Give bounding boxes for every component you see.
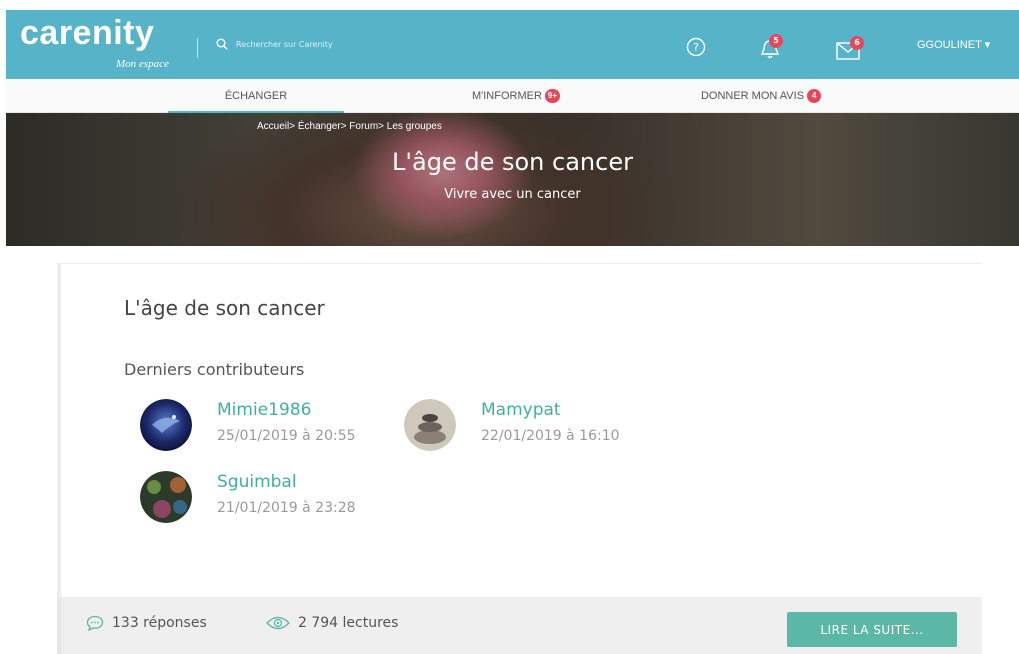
tab-minformer[interactable]: M'INFORMER 9+ <box>436 79 596 113</box>
avatar[interactable] <box>140 399 192 451</box>
tab-count-badge: 4 <box>807 89 822 103</box>
read-more-button[interactable]: LIRE LA SUITE... <box>787 612 957 647</box>
reads-count: 2 794 lectures <box>298 615 399 631</box>
notifications-badge: 5 <box>769 34 783 48</box>
svg-text:?: ? <box>693 41 699 54</box>
logo-subtitle: Mon espace <box>116 58 169 70</box>
notifications-button[interactable]: 5 <box>758 34 788 62</box>
contributor-name[interactable]: Sguimbal <box>217 472 297 492</box>
breadcrumb[interactable]: Accueil> Échanger> Forum> Les groupes <box>257 121 442 132</box>
hero-overlay <box>6 113 1019 246</box>
tab-count-badge: 9+ <box>544 89 561 103</box>
contributors-heading: Derniers contributeurs <box>124 360 305 379</box>
contributor-date: 22/01/2019 à 16:10 <box>481 428 620 444</box>
card-footer: 133 réponses 2 794 lectures LIRE LA SUIT… <box>57 597 982 654</box>
hero-subtitle: Vivre avec un cancer <box>444 187 581 202</box>
avatar[interactable] <box>404 399 456 451</box>
contributor-date: 21/01/2019 à 23:28 <box>217 500 356 516</box>
help-icon[interactable]: ? <box>686 37 706 57</box>
main-nav: ÉCHANGER M'INFORMER 9+ DONNER MON AVIS 4 <box>6 79 1019 114</box>
messages-badge: 6 <box>850 36 864 50</box>
replies-stat: 133 réponses <box>86 615 207 631</box>
avatar-image <box>140 399 192 451</box>
tab-label: DONNER MON AVIS <box>700 90 805 102</box>
tab-label: M'INFORMER <box>471 90 542 102</box>
card-title[interactable]: L'âge de son cancer <box>124 296 325 320</box>
header-divider <box>197 38 198 58</box>
user-menu[interactable]: GGOULINET ▾ <box>917 38 990 51</box>
reads-stat: 2 794 lectures <box>266 615 398 631</box>
logo-text: carenity <box>20 14 155 52</box>
carenity-logo[interactable]: carenity Mon espace <box>20 14 169 70</box>
tab-donner-mon-avis[interactable]: DONNER MON AVIS 4 <box>676 79 846 113</box>
contributor-date: 25/01/2019 à 20:55 <box>217 428 356 444</box>
hero-banner: Accueil> Échanger> Forum> Les groupes L'… <box>6 113 1019 246</box>
search-icon <box>216 38 228 50</box>
avatar[interactable] <box>140 471 192 523</box>
top-header: carenity Mon espace ? 5 6 GGOULINET ▾ <box>6 10 1019 79</box>
replies-count: 133 réponses <box>112 615 207 631</box>
search-box[interactable] <box>216 38 456 50</box>
contributor-name[interactable]: Mamypat <box>481 400 561 420</box>
avatar-image <box>140 471 192 523</box>
group-card: L'âge de son cancer Derniers contributeu… <box>57 263 982 654</box>
eye-icon <box>266 616 290 630</box>
search-input[interactable] <box>236 39 456 49</box>
messages-button[interactable]: 6 <box>836 36 870 62</box>
tab-echanger[interactable]: ÉCHANGER <box>168 79 344 113</box>
comment-icon <box>86 615 104 631</box>
avatar-image <box>404 399 456 451</box>
contributor-name[interactable]: Mimie1986 <box>217 400 311 420</box>
tab-label: ÉCHANGER <box>224 90 288 102</box>
hero-title: L'âge de son cancer <box>392 148 633 176</box>
